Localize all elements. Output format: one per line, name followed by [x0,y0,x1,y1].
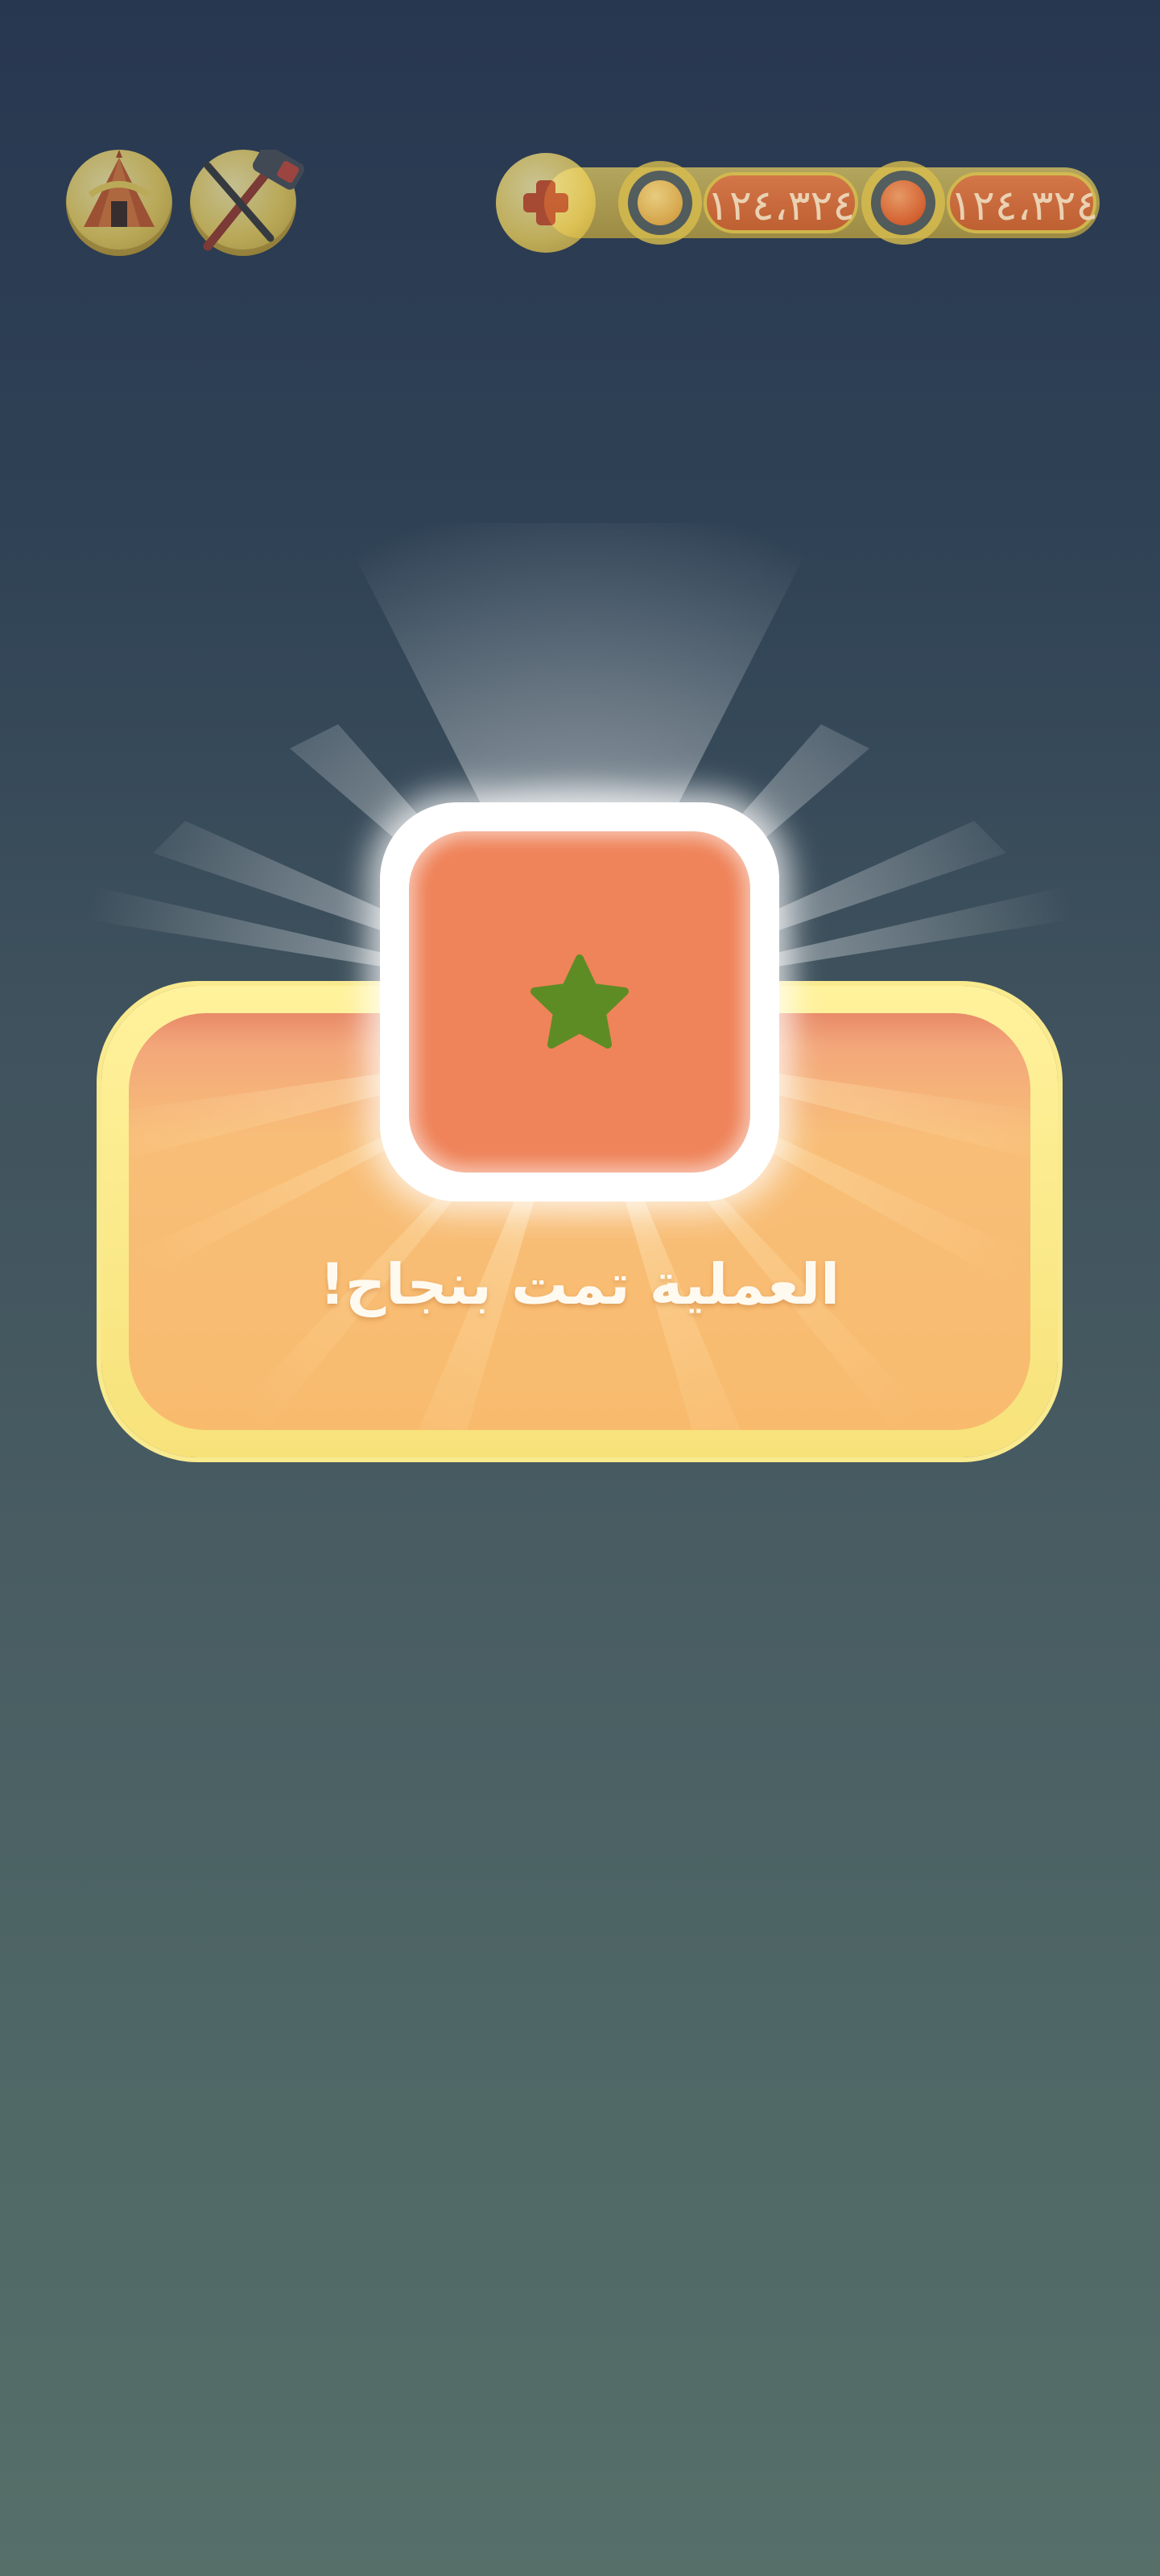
reward-card [380,802,779,1201]
gems-value: ١٢٤،٣٢٤ [947,172,1098,233]
reward-card-inner [409,831,750,1173]
orange-ball-icon [881,180,926,225]
currency-bar: ١٢٤،٣٢٤ ١٢٤،٣٢٤ [496,153,1100,253]
star-icon [530,954,629,1049]
success-message: العملية تمت بنجاح! [319,1251,840,1317]
gem-badge [861,161,945,245]
coin-badge [618,161,702,245]
plus-icon [523,180,568,225]
hammer-icon [203,150,305,251]
coin-icon [638,180,683,225]
tent-button[interactable] [66,150,172,256]
add-currency-button[interactable] [496,153,596,253]
tent-icon [84,150,155,227]
coins-value: ١٢٤،٣٢٤ [704,172,858,233]
hammer-button[interactable] [190,150,305,256]
